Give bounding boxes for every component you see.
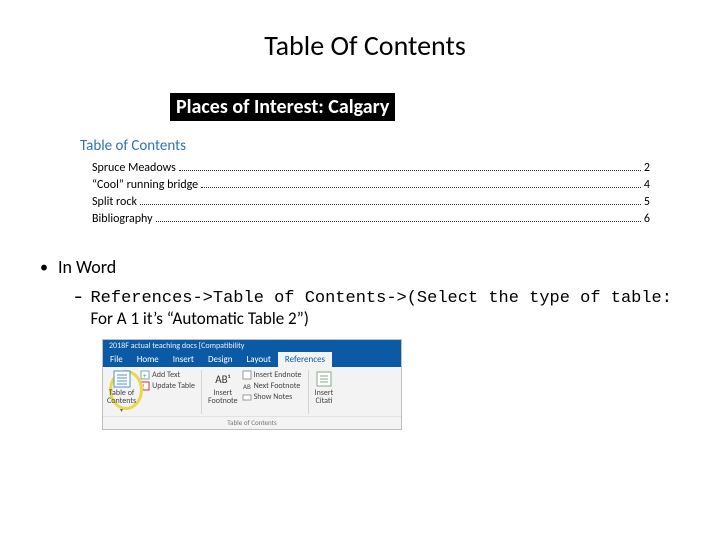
svg-text:+: + <box>143 371 147 380</box>
update-table-icon: ! <box>140 381 150 391</box>
tab-home[interactable]: Home <box>130 352 166 367</box>
svg-text:!: ! <box>142 382 144 391</box>
toc-entry-label: “Cool” running bridge <box>92 178 198 192</box>
insert-endnote-button[interactable]: Insert Endnote <box>242 370 302 380</box>
next-footnote-button[interactable]: AB Next Footnote <box>242 381 302 391</box>
tab-references[interactable]: References <box>278 352 332 367</box>
bullet-l2-mono: References->Table of Contents->(Select t… <box>90 289 672 308</box>
bullet-dash-icon: – <box>74 286 82 329</box>
svg-text:AB: AB <box>243 382 251 391</box>
toc-leader-dots <box>140 197 641 205</box>
word-ribbon-screenshot: 2018F actual teaching docs [Compatibilit… <box>102 339 402 430</box>
toc-entry-page: 5 <box>644 195 650 209</box>
toc-entry-label: Split rock <box>92 195 137 209</box>
doc-heading: Places of Interest: Calgary <box>170 93 395 121</box>
insert-footnote-button[interactable]: AB¹ Insert Footnote <box>208 370 238 405</box>
add-text-label: Add Text <box>152 370 180 380</box>
document-preview: Places of Interest: Calgary Table of Con… <box>80 93 650 226</box>
bullet-l2-text: References->Table of Contents->(Select t… <box>90 286 690 329</box>
ribbon-body: Table of Contents ▾ + Add Text ! Update … <box>103 367 401 416</box>
toc-button[interactable]: Table of Contents ▾ <box>107 370 136 414</box>
toc-leader-dots <box>179 163 641 171</box>
ribbon-group-caption: Table of Contents <box>103 416 401 429</box>
bullet-level1: • In Word <box>40 256 690 280</box>
bullet-l1-text: In Word <box>58 256 116 280</box>
slide-title: Table Of Contents <box>40 28 690 63</box>
toc-heading: Table of Contents <box>80 137 650 155</box>
bullet-block: • In Word – References->Table of Content… <box>40 256 690 430</box>
toc-entry: “Cool” running bridge 4 <box>80 178 650 192</box>
toc-list: Spruce Meadows 2 “Cool” running bridge 4… <box>80 161 650 226</box>
ribbon-titlebar: 2018F actual teaching docs [Compatibilit… <box>103 340 401 352</box>
toc-entry-page: 2 <box>644 161 650 175</box>
toc-entry: Bibliography 6 <box>80 212 650 226</box>
toc-entry-label: Spruce Meadows <box>92 161 176 175</box>
ribbon-group-citations: Insert Citati <box>315 370 340 414</box>
tab-layout[interactable]: Layout <box>240 352 278 367</box>
next-footnote-icon: AB <box>242 381 252 391</box>
toc-leader-dots <box>156 214 641 222</box>
bullet-dot-icon: • <box>40 256 48 280</box>
toc-entry: Spruce Meadows 2 <box>80 161 650 175</box>
insert-footnote-label: Insert Footnote <box>208 389 238 405</box>
bullet-l2-tail: For A 1 it’s “Automatic Table 2”) <box>90 308 308 329</box>
ribbon-tabs: File Home Insert Design Layout Reference… <box>103 352 401 367</box>
toc-icon <box>113 370 131 388</box>
show-notes-button[interactable]: Show Notes <box>242 392 302 402</box>
bullet-level2: – References->Table of Contents->(Select… <box>74 286 690 329</box>
insert-endnote-label: Insert Endnote <box>254 370 302 380</box>
ribbon-group-toc: Table of Contents ▾ + Add Text ! Update … <box>107 370 202 414</box>
endnote-icon <box>242 370 252 380</box>
update-table-label: Update Table <box>152 381 195 391</box>
show-notes-label: Show Notes <box>254 392 293 402</box>
update-table-button[interactable]: ! Update Table <box>140 381 195 391</box>
chevron-down-icon: ▾ <box>120 406 123 414</box>
toc-entry-page: 4 <box>644 178 650 192</box>
insert-citation-button[interactable]: Insert Citati <box>315 370 334 405</box>
toc-entry-page: 6 <box>644 212 650 226</box>
tab-design[interactable]: Design <box>201 352 240 367</box>
insert-citation-label: Insert Citati <box>315 389 334 405</box>
toc-entry: Split rock 5 <box>80 195 650 209</box>
toc-entry-label: Bibliography <box>92 212 153 226</box>
toc-leader-dots <box>201 180 641 188</box>
citation-icon <box>315 370 333 388</box>
tab-insert[interactable]: Insert <box>166 352 201 367</box>
next-footnote-label: Next Footnote <box>254 381 301 391</box>
show-notes-icon <box>242 392 252 402</box>
toc-button-label: Table of Contents <box>107 389 136 405</box>
tab-file[interactable]: File <box>103 352 130 367</box>
add-text-button[interactable]: + Add Text <box>140 370 195 380</box>
ribbon-group-footnotes: AB¹ Insert Footnote Insert Endnote AB Ne… <box>208 370 309 414</box>
add-text-icon: + <box>140 370 150 380</box>
footnote-icon: AB¹ <box>214 370 232 388</box>
